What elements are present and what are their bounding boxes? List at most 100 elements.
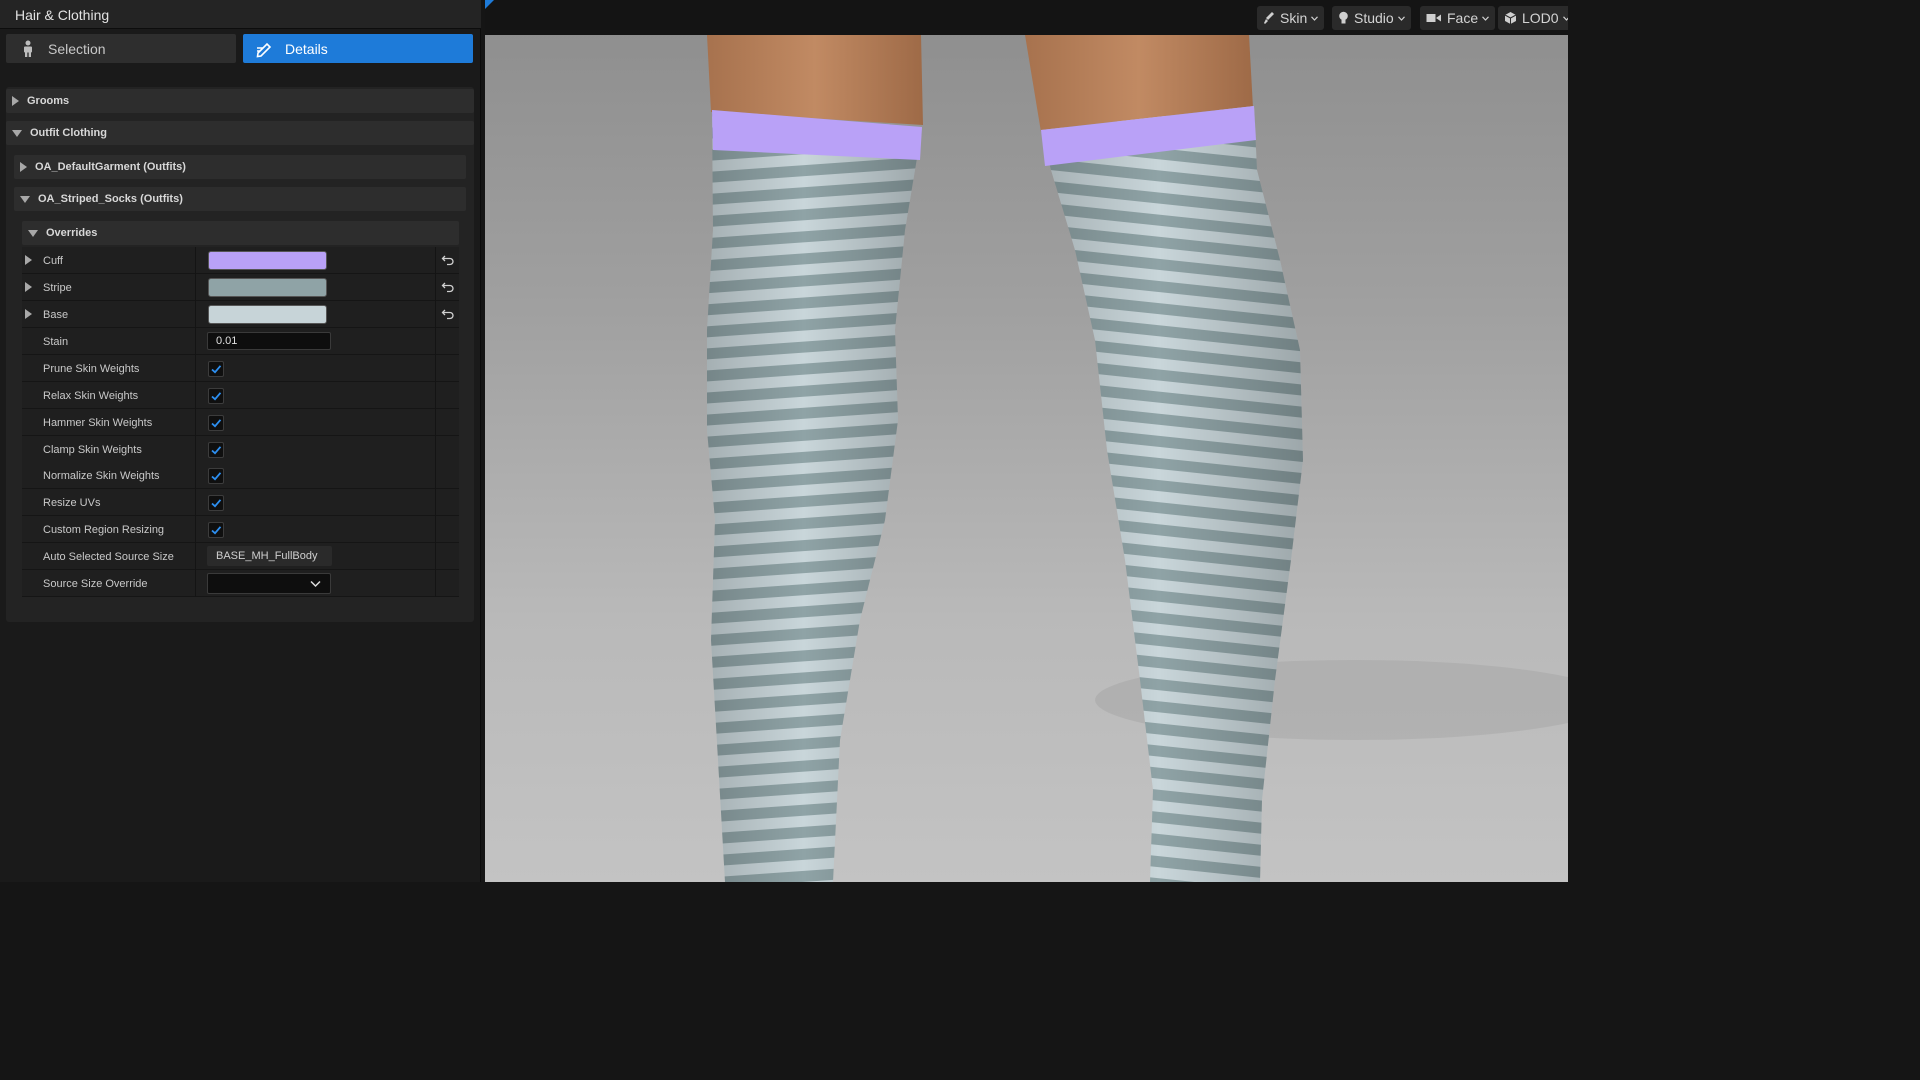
collapse-arrow-icon[interactable] (28, 229, 38, 237)
chevron-down-icon (1311, 15, 1319, 21)
property-label: Custom Region Resizing (43, 524, 165, 536)
divider (195, 301, 196, 328)
face-dropdown-button[interactable]: Face (1420, 6, 1496, 30)
divider (195, 462, 196, 489)
property-row-hammer-skin-weights: Hammer Skin Weights (22, 409, 459, 436)
reset-icon[interactable] (441, 307, 455, 321)
item-label: OA_Striped_Socks (Outfits) (38, 193, 183, 205)
item-label: OA_DefaultGarment (Outfits) (35, 161, 186, 173)
group-label: Overrides (46, 227, 98, 239)
divider (195, 409, 196, 436)
details-label: Details (285, 40, 328, 57)
expand-arrow-icon[interactable] (20, 162, 27, 172)
property-row-cuff: Cuff (22, 247, 459, 274)
divider (435, 355, 436, 382)
stripe-color-swatch[interactable] (208, 278, 327, 297)
pencil-icon (255, 39, 275, 59)
expand-arrow-icon[interactable] (12, 96, 19, 106)
lod-label: LOD0 (1522, 10, 1559, 26)
3d-viewport[interactable]: Skin Studio Face LOD0 (485, 0, 1568, 882)
divider (195, 516, 196, 543)
property-row-stain: Stain 0.01 (22, 328, 459, 355)
relax-skin-weights-checkbox[interactable] (208, 388, 224, 404)
divider (435, 436, 436, 463)
stain-input[interactable]: 0.01 (207, 332, 331, 350)
chevron-down-icon (310, 580, 321, 588)
divider (195, 328, 196, 355)
property-label: Relax Skin Weights (43, 390, 139, 402)
divider (435, 328, 436, 355)
custom-region-resizing-checkbox[interactable] (208, 522, 224, 538)
expand-arrow-icon[interactable] (25, 255, 32, 265)
panel-title: Hair & Clothing (15, 7, 110, 23)
skin-label: Skin (1280, 10, 1308, 26)
selection-label: Selection (48, 40, 106, 57)
property-row-relax-skin-weights: Relax Skin Weights (22, 382, 459, 409)
category-grooms[interactable]: Grooms (6, 89, 474, 113)
chevron-down-icon (1562, 15, 1568, 21)
right-sock-shading (1041, 106, 1303, 882)
normalize-skin-weights-checkbox[interactable] (208, 468, 224, 484)
category-outfit-clothing[interactable]: Outfit Clothing (6, 121, 474, 145)
collapse-arrow-icon[interactable] (20, 195, 30, 203)
property-row-normalize-skin-weights: Normalize Skin Weights (22, 462, 459, 489)
divider (195, 382, 196, 409)
collapse-arrow-icon[interactable] (12, 129, 22, 137)
property-label: Stain (43, 336, 69, 348)
reset-icon[interactable] (441, 280, 455, 294)
cube-icon (1504, 12, 1517, 24)
brush-icon (1264, 12, 1274, 24)
property-row-clamp-skin-weights: Clamp Skin Weights (22, 436, 459, 463)
group-overrides[interactable]: Overrides (22, 221, 459, 245)
hammer-skin-weights-checkbox[interactable] (208, 415, 224, 431)
property-label: Stripe (43, 282, 72, 294)
property-label: Base (43, 309, 69, 321)
property-row-resize-uvs: Resize UVs (22, 489, 459, 516)
property-row-base: Base (22, 301, 459, 328)
left-leg-skin (707, 35, 923, 125)
divider (195, 247, 196, 274)
chevron-down-icon (1482, 15, 1490, 21)
divider (435, 409, 436, 436)
divider (435, 247, 436, 274)
divider (435, 462, 436, 489)
cuff-color-swatch[interactable] (208, 251, 327, 270)
property-label: Normalize Skin Weights (43, 470, 160, 482)
auto-source-size-value: BASE_MH_FullBody (207, 546, 332, 566)
studio-label: Studio (1354, 10, 1394, 26)
left-sock-shading (707, 110, 922, 882)
item-default-garment[interactable]: OA_DefaultGarment (Outfits) (14, 155, 466, 179)
divider (435, 382, 436, 409)
property-label: Auto Selected Source Size (43, 551, 174, 563)
divider (195, 489, 196, 516)
lightbulb-icon (1339, 11, 1348, 24)
property-label: Cuff (43, 255, 63, 267)
divider (435, 543, 436, 570)
property-row-source-size-override: Source Size Override (22, 570, 459, 597)
base-color-swatch[interactable] (208, 305, 327, 324)
chevron-down-icon (1397, 15, 1405, 21)
source-size-override-dropdown[interactable] (207, 573, 331, 594)
expand-arrow-icon[interactable] (25, 282, 32, 292)
divider (435, 489, 436, 516)
category-label: Outfit Clothing (30, 127, 107, 139)
item-striped-socks[interactable]: OA_Striped_Socks (Outfits) (14, 187, 466, 211)
expand-arrow-icon[interactable] (25, 309, 32, 319)
lod-dropdown-button[interactable]: LOD0 (1498, 6, 1568, 30)
reset-icon[interactable] (441, 253, 455, 267)
studio-dropdown-button[interactable]: Studio (1332, 6, 1411, 30)
divider (195, 570, 196, 597)
divider (195, 543, 196, 570)
resize-uvs-checkbox[interactable] (208, 495, 224, 511)
prune-skin-weights-checkbox[interactable] (208, 361, 224, 377)
selection-button[interactable]: Selection (6, 34, 236, 63)
divider (435, 516, 436, 543)
face-label: Face (1447, 10, 1479, 26)
divider (435, 570, 436, 597)
viewport-scene (707, 35, 1568, 882)
skin-dropdown-button[interactable]: Skin (1257, 6, 1325, 30)
property-row-auto-selected-source-size: Auto Selected Source Size BASE_MH_FullBo… (22, 543, 459, 570)
details-button[interactable]: Details (243, 34, 473, 63)
divider (195, 355, 196, 382)
clamp-skin-weights-checkbox[interactable] (208, 442, 224, 458)
